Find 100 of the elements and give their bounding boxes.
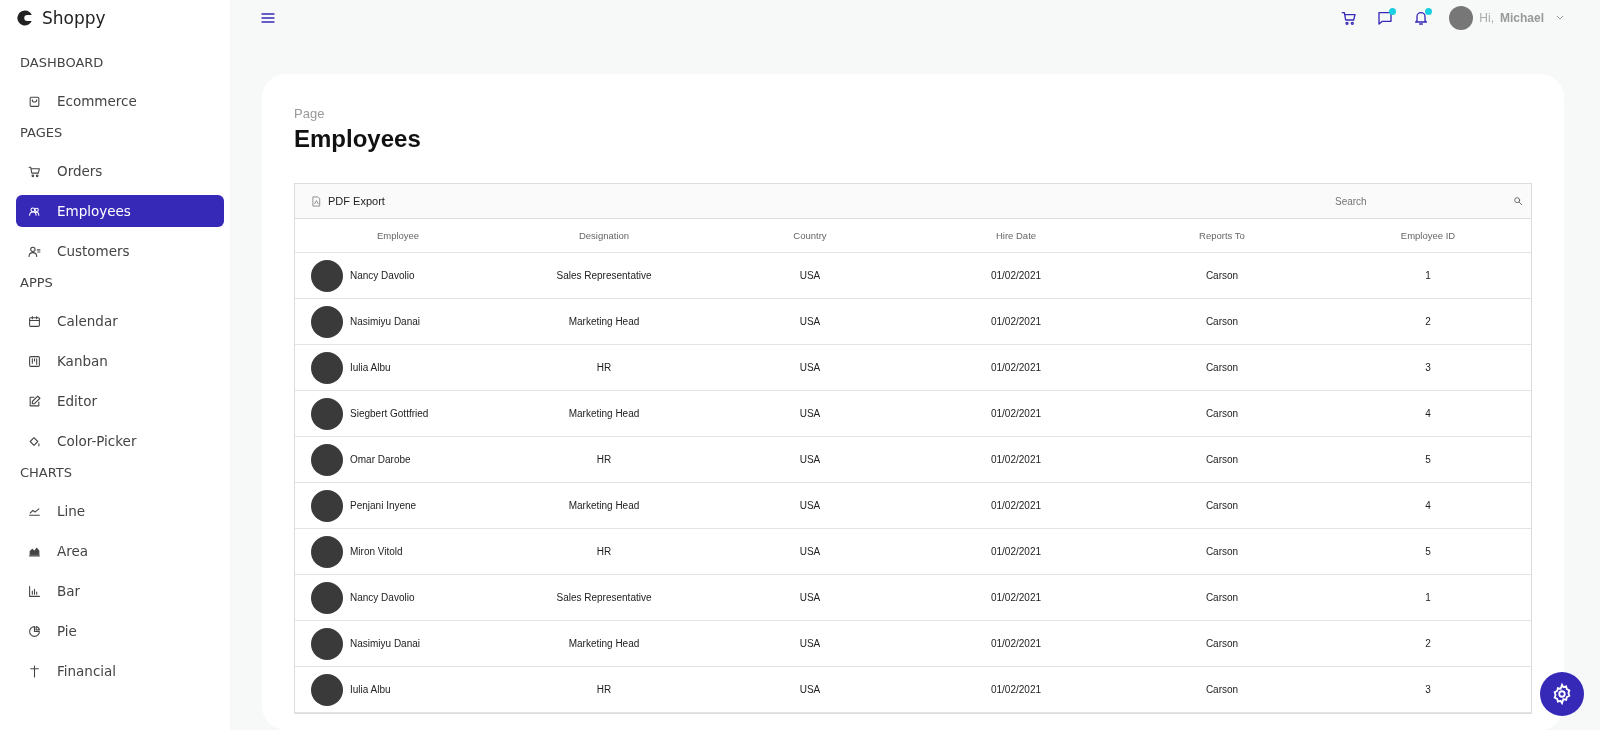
column-header[interactable]: Employee (295, 230, 501, 241)
avatar-photo-placeholder (311, 489, 343, 522)
employee-name: Iulia Albu (350, 684, 391, 695)
table-cell-text: 1 (1424, 592, 1432, 603)
brand-name[interactable]: Shoppy (42, 8, 106, 28)
employee-name: Omar Darobe (350, 454, 411, 465)
table-cell-text: 01/02/2021 (989, 684, 1043, 695)
sidebar-item[interactable]: Financial (16, 655, 224, 687)
chat-icon (1377, 10, 1394, 26)
table-cell-text: USA (798, 546, 822, 557)
table-cell-text: USA (798, 408, 822, 419)
section-heading: PAGES (20, 125, 64, 141)
column-header[interactable]: Country (707, 230, 913, 241)
table-cell-text: 1 (1424, 270, 1432, 281)
pie-chart-icon (28, 624, 41, 638)
sidebar-item[interactable]: Color-Picker (16, 425, 224, 457)
table-cell-text: 3 (1424, 362, 1432, 373)
greeting: Hi, (1479, 11, 1494, 25)
people-icon (28, 204, 41, 218)
sidebar-item[interactable]: Editor (16, 385, 224, 417)
column-header[interactable]: Reports To (1119, 230, 1325, 241)
table-cell-text: 2 (1424, 316, 1432, 327)
edit-icon (28, 394, 41, 408)
cart-icon (1341, 10, 1358, 26)
table-cell-text: HR (595, 362, 613, 373)
table-cell-text: HR (595, 546, 613, 557)
avatar-photo-placeholder (311, 673, 343, 706)
pdf-file-icon (311, 195, 322, 207)
avatar-photo-placeholder (311, 627, 343, 660)
table-cell-text: HR (595, 454, 613, 465)
avatar-photo-placeholder (311, 581, 343, 614)
table-cell-text: 01/02/2021 (989, 546, 1043, 557)
section-heading: APPS (20, 275, 54, 291)
avatar-photo-placeholder (311, 259, 343, 292)
page-category: Page (294, 106, 326, 121)
table-cell-text: Marketing Head (567, 316, 641, 327)
table-cell-text: 5 (1424, 546, 1432, 557)
table-cell-text: Carson (1204, 638, 1240, 649)
sidebar-item[interactable]: Bar (16, 575, 224, 607)
avatar-photo-placeholder (311, 397, 343, 430)
table-cell-text: USA (798, 592, 822, 603)
table-cell-text: Marketing Head (567, 500, 641, 511)
bar-chart-icon (28, 584, 41, 598)
table-cell-text: 01/02/2021 (989, 454, 1043, 465)
employee-name: Penjani Inyene (350, 500, 417, 511)
column-header[interactable]: Designation (501, 230, 707, 241)
chevron-down-icon[interactable] (1556, 15, 1564, 21)
table-cell-text: 01/02/2021 (989, 408, 1043, 419)
table-cell-text: USA (798, 500, 822, 511)
sidebar-item[interactable]: Customers (16, 235, 224, 267)
table-cell-text: 4 (1424, 500, 1432, 511)
table-cell-text: Carson (1204, 546, 1240, 557)
employee-name: Nasimiyu Danai (350, 638, 421, 649)
table-cell-text: USA (798, 362, 822, 373)
avatar-photo-placeholder (311, 305, 343, 338)
table-cell-text: Carson (1204, 408, 1240, 419)
shopping-bag-icon (28, 94, 41, 108)
table-cell-text: 01/02/2021 (989, 638, 1043, 649)
table-cell-text: USA (798, 638, 822, 649)
table-cell-text: Sales Representative (555, 270, 653, 281)
settings-button[interactable] (1540, 672, 1584, 716)
column-header[interactable]: Hire Date (913, 230, 1119, 241)
sidebar-item[interactable]: Ecommerce (16, 85, 224, 117)
employee-name: Nancy Davolio (350, 592, 415, 603)
table-cell-text: Carson (1204, 454, 1240, 465)
sidebar-item[interactable]: Orders (16, 155, 224, 187)
table-cell-text: Marketing Head (567, 408, 641, 419)
table-cell-text: USA (798, 684, 822, 695)
table-cell-text: 3 (1424, 684, 1432, 695)
bell-icon (1413, 10, 1430, 26)
table-cell-text: 5 (1424, 454, 1432, 465)
table-cell-text: Sales Representative (555, 592, 653, 603)
table-cell-text: USA (798, 270, 822, 281)
sidebar-item[interactable]: Pie (16, 615, 224, 647)
menu-icon (260, 10, 276, 26)
table-cell-text: Carson (1204, 500, 1240, 511)
table-cell-text: HR (595, 684, 613, 695)
sidebar-item[interactable]: Kanban (16, 345, 224, 377)
column-header[interactable]: Employee ID (1325, 230, 1531, 241)
table-cell-text: Carson (1204, 270, 1240, 281)
section-heading: DASHBOARD (20, 55, 105, 71)
sidebar-item[interactable]: Area (16, 535, 224, 567)
employee-name: Iulia Albu (350, 362, 391, 373)
calendar-icon (28, 314, 41, 328)
employee-name: Nancy Davolio (350, 270, 415, 281)
sidebar-item[interactable]: Calendar (16, 305, 224, 337)
employee-name: Nasimiyu Danai (350, 316, 421, 327)
sidebar-item[interactable]: Employees (16, 195, 224, 227)
page-title: Employees (294, 125, 422, 153)
section-heading: CHARTS (20, 465, 74, 481)
search-field[interactable]: Search (1333, 194, 1513, 208)
employee-name: Miron Vitold (350, 546, 403, 557)
table-cell-text: USA (798, 454, 822, 465)
pdf-export-button[interactable]: PDF Export (305, 194, 391, 208)
table-cell-text: 4 (1424, 408, 1432, 419)
person-list-icon (28, 244, 41, 258)
table-cell-text: USA (798, 316, 822, 327)
cart-icon (28, 164, 41, 178)
sidebar-item[interactable]: Line (16, 495, 224, 527)
table-cell-text: Carson (1204, 684, 1240, 695)
